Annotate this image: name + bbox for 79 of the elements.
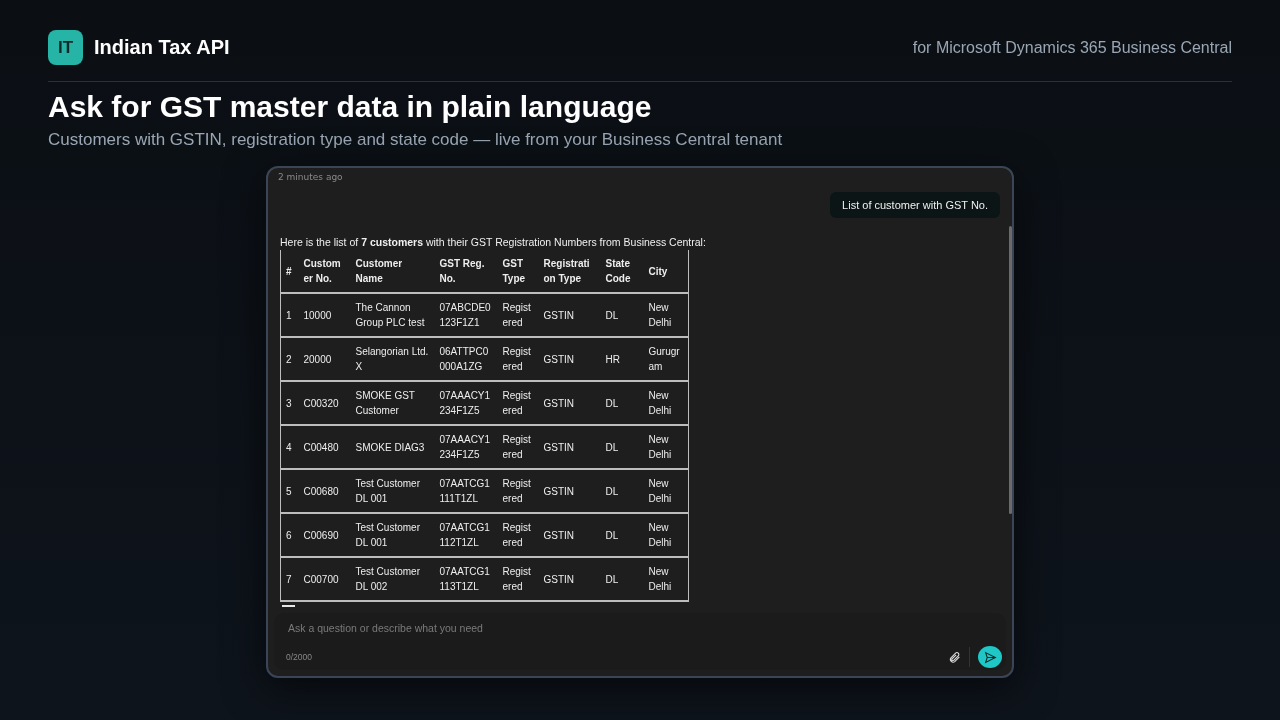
table-cell: C00700 <box>298 557 351 601</box>
table-cell: New Delhi <box>643 381 689 425</box>
table-cell: C00480 <box>298 425 351 469</box>
table-cell: Registered <box>497 381 539 425</box>
table-cell: 07ABCDE0123F1Z1 <box>434 293 498 337</box>
table-cell: Registered <box>497 337 539 381</box>
table-cell: GSTIN <box>538 513 601 557</box>
column-header: GST Reg. No. <box>434 250 498 293</box>
table-cell: Gurugram <box>643 337 689 381</box>
table-cell: 6 <box>280 513 299 557</box>
table-cell: 07AATCG1113T1ZL <box>434 557 498 601</box>
table-cell: 4 <box>280 425 299 469</box>
table-cell: New Delhi <box>643 513 689 557</box>
column-header: Customer Name <box>350 250 435 293</box>
user-message: List of customer with GST No. <box>830 192 1000 218</box>
table-cell: Test Customer DL 002 <box>350 557 435 601</box>
table-cell: C00680 <box>298 469 351 513</box>
send-button[interactable] <box>978 646 1002 668</box>
table-cell: DL <box>600 557 644 601</box>
column-header: Registration Type <box>538 250 601 293</box>
table-cell: DL <box>600 293 644 337</box>
table-cell: New Delhi <box>643 293 689 337</box>
table-cell: 5 <box>280 469 299 513</box>
table-cell: 20000 <box>298 337 351 381</box>
logo: IT <box>48 30 83 65</box>
table-cell: 2 <box>280 337 299 381</box>
column-header: City <box>643 250 689 293</box>
scroll-indicator <box>282 605 295 607</box>
table-cell: 07AAACY1234F1Z5 <box>434 425 498 469</box>
table-cell: 7 <box>280 557 299 601</box>
table-cell: GSTIN <box>538 337 601 381</box>
table-cell: GSTIN <box>538 557 601 601</box>
column-header: GST Type <box>497 250 539 293</box>
tagline: for Microsoft Dynamics 365 Business Central <box>912 38 1232 57</box>
table-cell: Registered <box>497 513 539 557</box>
table-cell: Registered <box>497 425 539 469</box>
reply-text: Here is the list of 7 customers with their GST Registration Numbers from Business Central: <box>280 236 707 248</box>
table-cell: GSTIN <box>538 293 601 337</box>
table-cell: SMOKE DIAG3 <box>350 425 435 469</box>
character-counter: 0/2000 <box>286 652 312 662</box>
table-cell: DL <box>600 425 644 469</box>
table-cell: 07AAACY1234F1Z5 <box>434 381 498 425</box>
table-cell: SMOKE GST Customer <box>350 381 435 425</box>
table-cell: The Cannon Group PLC test <box>350 293 435 337</box>
table-cell: New Delhi <box>643 469 689 513</box>
table-cell: HR <box>600 337 644 381</box>
scrollbar[interactable] <box>1009 226 1012 514</box>
headline: Ask for GST master data in plain language <box>48 90 653 124</box>
table-cell: GSTIN <box>538 381 601 425</box>
table-cell: DL <box>600 513 644 557</box>
table-cell: New Delhi <box>643 557 689 601</box>
table-cell: C00320 <box>298 381 351 425</box>
table-cell: New Delhi <box>643 425 689 469</box>
column-header: # <box>280 250 299 293</box>
table-cell: Registered <box>497 469 539 513</box>
table-cell: Registered <box>497 293 539 337</box>
table-cell: DL <box>600 381 644 425</box>
table-cell: GSTIN <box>538 425 601 469</box>
table-cell: Registered <box>497 557 539 601</box>
table-cell: Selangorian Ltd. X <box>350 337 435 381</box>
timestamp: 2 minutes ago <box>277 171 344 182</box>
subheadline: Customers with GSTIN, registration type and state code — live from your Business Central tenant <box>48 130 784 150</box>
table-cell: C00690 <box>298 513 351 557</box>
table-cell: 07AATCG1112T1ZL <box>434 513 498 557</box>
table-cell: Test Customer DL 001 <box>350 469 435 513</box>
table-cell: GSTIN <box>538 469 601 513</box>
app-title: Indian Tax API <box>94 36 230 59</box>
table-cell: 10000 <box>298 293 351 337</box>
send-icon <box>983 650 997 664</box>
column-header: State Code <box>600 250 644 293</box>
table-cell: 1 <box>280 293 299 337</box>
message-input[interactable]: Ask a question or describe what you need <box>286 621 1002 635</box>
table-cell: 06ATTPC0000A1ZG <box>434 337 498 381</box>
table-cell: DL <box>600 469 644 513</box>
table-cell: Test Customer DL 001 <box>350 513 435 557</box>
table-cell: 07AATCG1111T1ZL <box>434 469 498 513</box>
paperclip-icon[interactable] <box>948 650 961 664</box>
table-cell: 3 <box>280 381 299 425</box>
column-header: Customer No. <box>298 250 351 293</box>
